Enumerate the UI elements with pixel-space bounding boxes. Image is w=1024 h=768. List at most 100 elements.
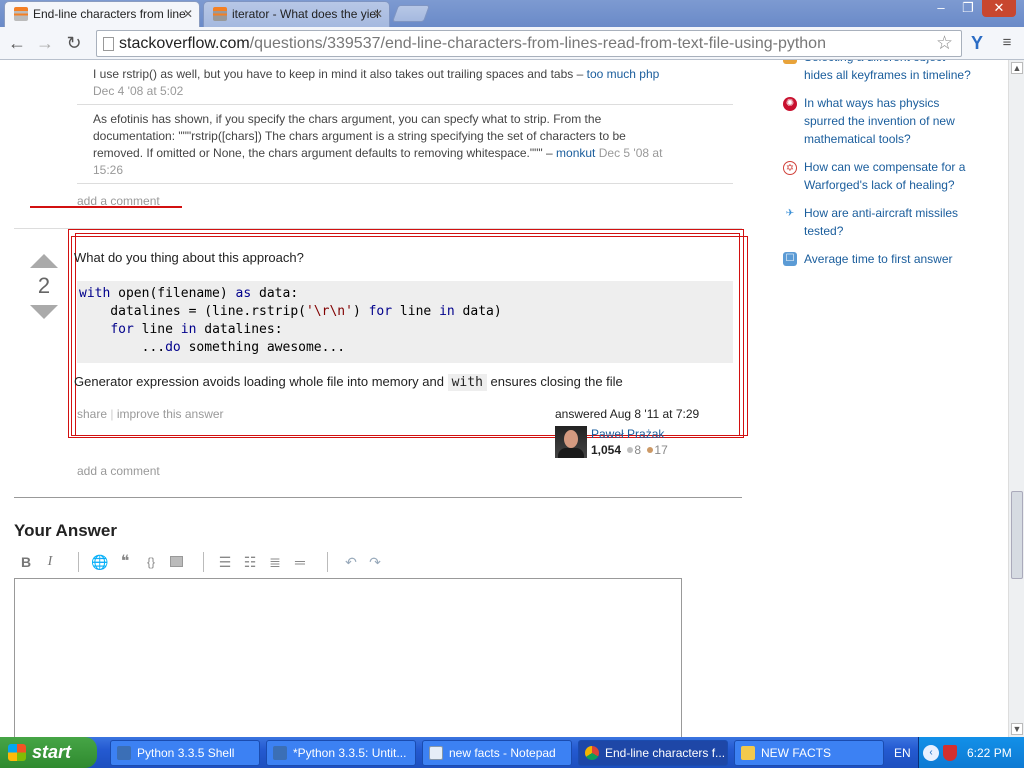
explanation-text: ensures closing the file (490, 374, 623, 389)
shield-icon[interactable] (943, 745, 957, 761)
divider (77, 183, 733, 184)
image-icon[interactable] (167, 553, 185, 571)
downvote-icon[interactable] (30, 305, 58, 319)
windows-logo-icon (8, 744, 26, 761)
hot-question-link[interactable]: How can we compensate for a Warforged's l… (804, 158, 994, 194)
numbered-list-icon[interactable]: ☰ (216, 553, 234, 571)
add-comment-link[interactable]: add a comment (77, 464, 160, 478)
tab-iterator-yield[interactable]: iterator - What does the yiel ✕ (203, 1, 390, 27)
taskbar-item-python-shell[interactable]: Python 3.3.5 Shell (110, 740, 260, 766)
comment-user-link[interactable]: too much php (587, 67, 660, 81)
improve-answer-link[interactable]: improve this answer (117, 407, 224, 421)
system-tray: ‹ 6:22 PM (918, 737, 1024, 768)
meta-icon: ☐ (783, 252, 797, 266)
page-icon (103, 37, 114, 51)
taskbar-item-chrome[interactable]: End-line characters f... (578, 740, 728, 766)
comment-date: 15:26 (93, 163, 124, 177)
user-name-link[interactable]: Paweł Prażak (591, 427, 664, 441)
back-arrow-icon[interactable]: ← (6, 33, 28, 55)
url-text[interactable]: stackoverflow.com/questions/339537/end-l… (119, 35, 826, 53)
bronze-badge-icon (647, 447, 654, 454)
horizontal-rule-icon[interactable]: ═ (291, 553, 309, 571)
maximize-button[interactable]: ❐ (955, 0, 981, 17)
answered-date: answered Aug 8 '11 at 7:29 (555, 407, 700, 421)
scroll-thumb[interactable] (1011, 491, 1023, 579)
avatar[interactable] (555, 426, 587, 458)
taskbar-item-python-editor[interactable]: *Python 3.3.5: Untit... (266, 740, 416, 766)
comment-user-link[interactable]: monkut (556, 146, 595, 160)
comment: I use rstrip() as well, but you have to … (93, 66, 733, 100)
extension-icon[interactable]: Y (966, 33, 988, 55)
comment-text: I use rstrip() as well, but you have to … (93, 67, 584, 81)
redo-icon[interactable]: ↷ (366, 553, 384, 571)
hot-question-link[interactable]: In what ways has physics spurred the inve… (804, 94, 994, 148)
code-block: with open(filename) as data: datalines =… (77, 281, 733, 363)
undo-icon[interactable]: ↶ (342, 553, 360, 571)
chrome-icon (585, 746, 599, 760)
python-icon (273, 746, 287, 760)
share-link[interactable]: share (77, 407, 107, 421)
user-reputation: 1,054 8 17 (591, 443, 668, 457)
hot-question-link[interactable]: Average time to first answer (804, 250, 994, 268)
divider (14, 497, 742, 498)
toolbar-divider (78, 552, 79, 572)
tab-end-line-characters[interactable]: End-line characters from line ✕ (4, 1, 200, 27)
windows-taskbar: start Python 3.3.5 Shell *Python 3.3.5: … (0, 737, 1024, 768)
close-tab-icon[interactable]: ✕ (183, 2, 193, 26)
italic-button[interactable]: I (41, 553, 59, 571)
comment: As efotinis has shown, if you specify th… (93, 111, 733, 179)
rpg-icon: ✡ (783, 161, 797, 175)
answer-textarea[interactable] (14, 578, 682, 748)
silver-badge-icon (627, 447, 634, 454)
minimize-button[interactable]: – (928, 0, 954, 17)
your-answer-heading: Your Answer (14, 521, 117, 540)
inline-code: with (447, 374, 487, 391)
close-tab-icon[interactable]: ✕ (373, 2, 383, 26)
link-icon[interactable]: 🌐 (91, 553, 109, 571)
forward-arrow-icon[interactable]: → (34, 33, 56, 55)
comment-text: documentation: """rstrip([chars]) The ch… (93, 129, 626, 143)
taskbar-item-notepad[interactable]: new facts - Notepad (422, 740, 572, 766)
language-indicator[interactable]: EN (894, 746, 911, 760)
menu-icon[interactable]: ≡ (996, 33, 1018, 55)
vote-count: 2 (37, 273, 51, 298)
comment-text: removed. If omitted or None, the chars a… (93, 146, 553, 160)
reload-icon[interactable]: ↻ (63, 33, 85, 55)
clock[interactable]: 6:22 PM (967, 746, 1012, 760)
toolbar-overlay: ← → ↻ stackoverflow.com/questions/339537… (0, 27, 1024, 60)
heading-icon[interactable]: ≣ (266, 553, 284, 571)
comment-text: As efotinis has shown, if you specify th… (93, 112, 602, 126)
close-window-button[interactable]: ✕ (982, 0, 1016, 17)
python-icon (117, 746, 131, 760)
start-label: start (32, 742, 72, 762)
red-underline (30, 206, 182, 208)
bronze-badge-count: 17 (654, 443, 668, 457)
code-icon[interactable]: {} (142, 553, 160, 571)
bold-button[interactable]: B (17, 553, 35, 571)
address-bar[interactable]: stackoverflow.com/questions/339537/end-l… (96, 30, 962, 57)
new-tab-button[interactable] (391, 5, 431, 22)
toolbar-divider (203, 552, 204, 572)
answer-intro: What do you thing about this approach? (74, 250, 304, 265)
bulleted-list-icon[interactable]: ☷ (241, 553, 259, 571)
hot-question-link[interactable]: How are anti-aircraft missiles tested? (804, 204, 994, 240)
post-menu: share | improve this answer (77, 407, 224, 421)
start-button[interactable]: start (0, 737, 97, 768)
stackoverflow-icon (14, 7, 28, 21)
scroll-up-icon[interactable]: ▲ (1011, 62, 1023, 74)
answer-explanation: Generator expression avoids loading whol… (74, 374, 623, 391)
notepad-icon (429, 746, 443, 760)
tab-title: iterator - What does the yiel (232, 7, 379, 21)
vertical-scrollbar[interactable]: ▲ ▼ (1008, 60, 1024, 737)
folder-icon (741, 746, 755, 760)
comment-date: Dec 5 '08 at (598, 146, 663, 160)
aviation-icon: ✈ (783, 207, 797, 221)
taskbar-item-folder[interactable]: NEW FACTS (734, 740, 884, 766)
bookmark-star-icon[interactable]: ☆ (936, 32, 953, 55)
divider (77, 104, 733, 105)
scroll-down-icon[interactable]: ▼ (1011, 723, 1023, 735)
quote-icon[interactable]: ❝ (116, 553, 134, 571)
tray-expand-icon[interactable]: ‹ (923, 745, 939, 761)
upvote-icon[interactable] (30, 254, 58, 268)
physics-icon: ✺ (783, 97, 797, 111)
